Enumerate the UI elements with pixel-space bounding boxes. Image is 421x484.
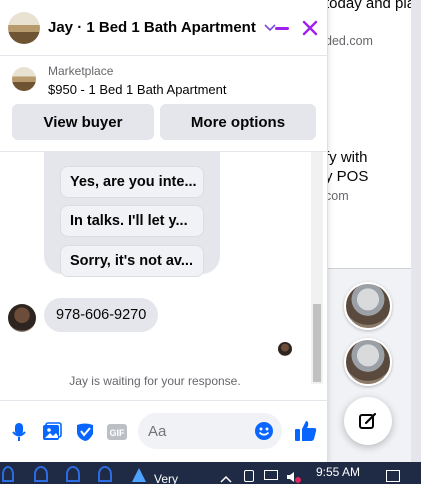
taskbar-app-icon[interactable] (66, 466, 80, 482)
chat-head-avatar[interactable] (344, 338, 392, 386)
listing-avatar (8, 11, 40, 44)
listing-category: Marketplace (48, 64, 114, 78)
sticker-icon[interactable] (74, 421, 96, 443)
more-options-button[interactable]: More options (160, 104, 316, 140)
chat-window: Jay · 1 Bed 1 Bath Apartment Marketplace… (0, 0, 328, 462)
avatar[interactable] (8, 304, 36, 332)
taskbar-app-icon[interactable] (98, 466, 112, 482)
quick-reply-button[interactable]: Yes, are you inte... (60, 166, 204, 198)
status-text: Jay is waiting for your response. (69, 374, 241, 388)
minimize-button[interactable] (272, 18, 292, 38)
feed-url: ded.com (325, 34, 373, 48)
chevron-up-icon[interactable] (220, 470, 232, 484)
quick-reply-button[interactable]: Sorry, it's not av... (60, 245, 204, 277)
taskbar-app-icon[interactable] (34, 466, 48, 482)
minimize-icon (275, 26, 289, 30)
weather-icon[interactable] (132, 468, 146, 482)
display-icon[interactable] (264, 470, 278, 480)
message-input-box[interactable] (138, 413, 282, 449)
photo-icon[interactable] (41, 421, 63, 443)
notification-icon[interactable] (386, 470, 400, 482)
close-button[interactable] (298, 16, 322, 40)
network-icon[interactable] (244, 470, 254, 482)
emoji-icon[interactable] (254, 421, 274, 441)
feed-text: fy with (325, 149, 368, 166)
chat-title: Jay · 1 Bed 1 Bath Apartment (48, 19, 256, 36)
view-buyer-button[interactable]: View buyer (12, 104, 154, 140)
feed-text: y POS (325, 168, 369, 185)
message-scrollbar[interactable] (311, 152, 323, 384)
weather-label[interactable]: Very (154, 472, 178, 484)
taskbar-app-icon[interactable] (2, 466, 14, 482)
clock-time[interactable]: 9:55 AM (316, 465, 360, 479)
svg-text:GIF: GIF (110, 428, 126, 438)
feed-url: com (325, 189, 349, 203)
gif-icon[interactable]: GIF (106, 421, 128, 443)
quick-reply-button[interactable]: In talks. I'll let y... (60, 205, 204, 237)
message-bubble: 978-606-9270 (44, 298, 159, 332)
divider (325, 268, 421, 269)
chat-header[interactable]: Jay · 1 Bed 1 Bath Apartment (0, 0, 328, 56)
volume-icon[interactable] (286, 470, 302, 484)
read-receipt-avatar (278, 342, 292, 356)
taskbar: Very 9:55 AM (0, 462, 421, 484)
compose-icon (359, 412, 377, 429)
new-message-button[interactable] (344, 397, 392, 445)
feed-text: today and play (325, 0, 421, 12)
message-list: Yes, are you inte... In talks. I'll let … (0, 152, 328, 392)
thumbs-up-icon[interactable] (293, 418, 319, 444)
chat-head-avatar[interactable] (344, 282, 392, 330)
message-input[interactable] (148, 421, 248, 441)
microphone-icon[interactable] (8, 421, 30, 443)
close-icon (302, 20, 318, 36)
page-scrollbar[interactable] (411, 0, 421, 462)
scrollbar-thumb[interactable] (313, 304, 321, 382)
listing-thumbnail (12, 67, 36, 91)
listing-title: $950 - 1 Bed 1 Bath Apartment (48, 82, 227, 97)
